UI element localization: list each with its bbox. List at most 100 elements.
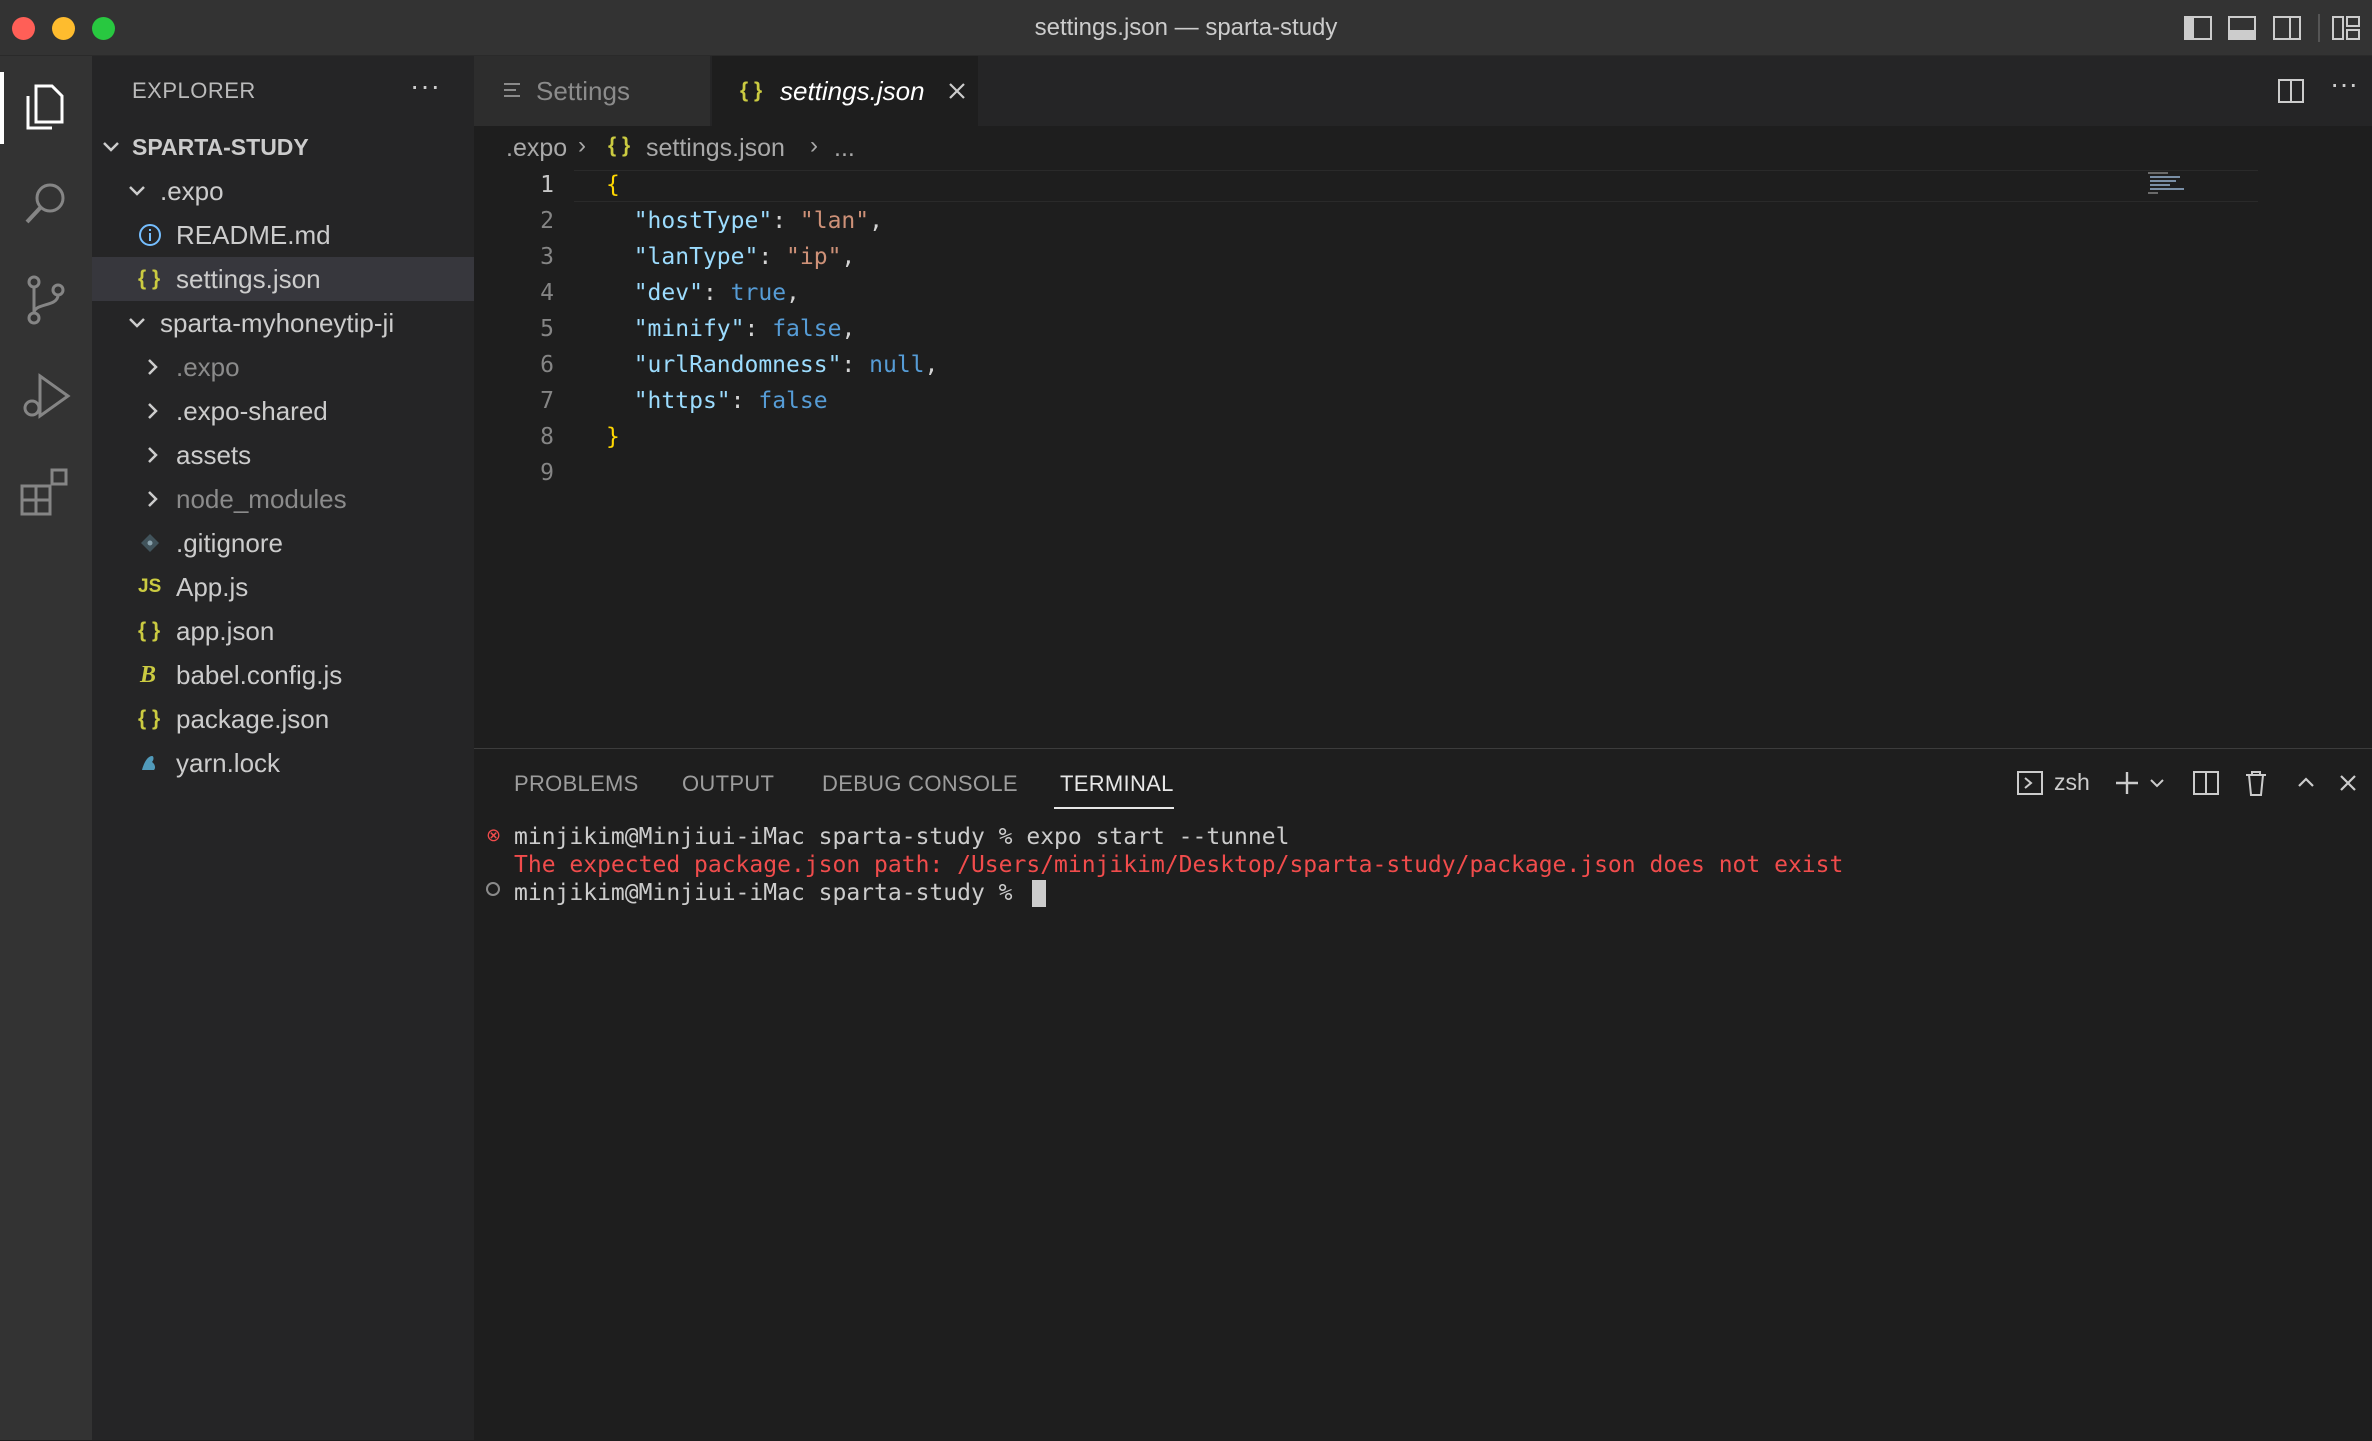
code-line: "https": false — [606, 388, 828, 414]
workspace-root[interactable]: SPARTA-STUDY — [92, 125, 474, 169]
source-control-icon[interactable] — [14, 268, 78, 332]
tab-label: Settings — [536, 76, 630, 106]
toggle-secondary-sidebar-icon[interactable] — [2273, 15, 2301, 41]
chevron-down-icon — [129, 318, 145, 328]
chevron-right-icon — [148, 359, 158, 375]
json-colon: : — [702, 280, 731, 306]
tree-item-package-json[interactable]: { } package.json — [92, 697, 474, 741]
editor-more-icon[interactable]: ··· — [2330, 68, 2358, 100]
toggle-sidebar-icon[interactable] — [2184, 15, 2212, 41]
json-key: "minify" — [633, 316, 745, 342]
tree-item-expo-subfolder[interactable]: .expo — [92, 345, 474, 389]
json-value: null — [869, 352, 925, 378]
code-editor[interactable]: 1 2 3 4 5 6 7 8 9 { "hostType": "lan", "… — [474, 168, 2372, 748]
breadcrumb: .expo › { } settings.json › ... — [474, 126, 2372, 168]
tree-item-app-json[interactable]: { } app.json — [92, 609, 474, 653]
chevron-right-icon — [148, 403, 158, 419]
active-indicator — [0, 72, 4, 144]
toggle-panel-icon[interactable] — [2228, 15, 2256, 41]
json-value: true — [730, 280, 787, 306]
shell-name[interactable]: zsh — [2054, 769, 2090, 796]
yarn-icon — [142, 756, 156, 770]
code-line: "minify": false, — [606, 316, 856, 342]
tree-item-yarn-lock[interactable]: yarn.lock — [92, 741, 474, 785]
explorer-icon[interactable] — [14, 76, 78, 140]
json-icon: { } — [608, 134, 631, 157]
tab-settings-json[interactable]: { } settings.json — [712, 56, 978, 126]
chevron-down-icon — [129, 186, 145, 196]
search-icon[interactable] — [14, 172, 78, 236]
chevron-right-icon — [148, 447, 158, 463]
tab-problems[interactable]: PROBLEMS — [514, 771, 639, 797]
add-terminal-icon[interactable] — [2112, 767, 2142, 799]
json-comma: , — [924, 352, 939, 378]
json-key: "urlRandomness" — [633, 352, 842, 378]
chevron-right-icon: › — [578, 132, 586, 159]
breadcrumb-more[interactable]: ... — [834, 134, 855, 163]
tree-item-label: settings.json — [176, 264, 321, 294]
chevron-down-icon[interactable] — [2148, 767, 2166, 799]
tree-item-expo-shared[interactable]: .expo-shared — [92, 389, 474, 433]
workspace-root-label: SPARTA-STUDY — [132, 134, 309, 160]
close-brace: } — [606, 424, 620, 450]
tree-item-label: babel.config.js — [176, 660, 343, 690]
tree-item-label: .expo — [160, 176, 224, 206]
info-icon — [139, 224, 161, 246]
json-key: "hostType" — [633, 208, 773, 234]
breadcrumb-file[interactable]: settings.json — [646, 134, 785, 163]
bottom-panel: PROBLEMS OUTPUT DEBUG CONSOLE TERMINAL z… — [474, 748, 2372, 1440]
minimap[interactable] — [2146, 172, 2194, 194]
tree-item-assets[interactable]: assets — [92, 433, 474, 477]
explorer-sidebar: EXPLORER ··· SPARTA-STUDY .expo README.m… — [92, 56, 474, 1440]
line-number: 9 — [540, 460, 554, 486]
babel-icon: B — [140, 662, 157, 688]
json-colon: : — [772, 208, 800, 234]
tree-item-expo-folder[interactable]: .expo — [92, 169, 474, 213]
terminal-area[interactable] — [474, 809, 2372, 1441]
run-debug-icon[interactable] — [14, 364, 78, 428]
close-icon[interactable] — [2336, 767, 2360, 799]
line-number: 8 — [540, 424, 554, 450]
split-editor-icon[interactable] — [2278, 78, 2304, 104]
chevron-right-icon — [148, 491, 158, 507]
extensions-icon[interactable] — [14, 460, 78, 524]
tree-item-app-js[interactable]: JS App.js — [92, 565, 474, 609]
window-title: settings.json — sparta-study — [1034, 14, 1338, 41]
line-number: 3 — [540, 244, 554, 270]
tree-item-label: package.json — [176, 704, 330, 734]
close-icon[interactable] — [948, 82, 966, 100]
tab-debug-console[interactable]: DEBUG CONSOLE — [822, 771, 1018, 797]
tree-item-label: .expo — [176, 352, 240, 382]
breadcrumb-folder[interactable]: .expo — [506, 134, 567, 163]
javascript-icon: JS — [138, 576, 162, 597]
activity-bar — [0, 56, 92, 1440]
trash-icon[interactable] — [2242, 767, 2270, 799]
editor-tabs: Settings { } settings.json ··· — [474, 56, 2372, 126]
json-comma: , — [841, 244, 856, 270]
code-line: } — [606, 424, 620, 450]
tree-item-settings-json[interactable]: { } settings.json — [92, 257, 474, 301]
tree-item-label: App.js — [176, 572, 249, 602]
tree-item-label: node_modules — [176, 484, 347, 514]
tree-item-gitignore[interactable]: .gitignore — [92, 521, 474, 565]
json-key: "https" — [633, 388, 731, 414]
tree-item-babel-config[interactable]: B babel.config.js — [92, 653, 474, 697]
line-number: 1 — [540, 172, 554, 198]
code-line: "lanType": "ip", — [606, 244, 856, 270]
customize-layout-icon[interactable] — [2332, 15, 2360, 41]
tab-settings[interactable]: Settings — [474, 56, 710, 126]
split-terminal-icon[interactable] — [2192, 767, 2220, 799]
tab-terminal[interactable]: TERMINAL — [1060, 771, 1174, 797]
tree-item-readme[interactable]: README.md — [92, 213, 474, 257]
json-comma: , — [841, 316, 856, 342]
code-line: "dev": true, — [606, 280, 800, 306]
title-bar: settings.json — sparta-study — [0, 0, 2372, 56]
tab-output[interactable]: OUTPUT — [682, 771, 774, 797]
maximize-panel-icon[interactable] — [2294, 767, 2318, 799]
line-number: 6 — [540, 352, 554, 378]
tree-item-node-modules[interactable]: node_modules — [92, 477, 474, 521]
tree-item-project-folder[interactable]: sparta-myhoneytip-ji — [92, 301, 474, 345]
more-actions-icon[interactable]: ··· — [410, 70, 441, 102]
explorer-title: EXPLORER — [132, 78, 256, 103]
json-colon: : — [744, 316, 773, 342]
